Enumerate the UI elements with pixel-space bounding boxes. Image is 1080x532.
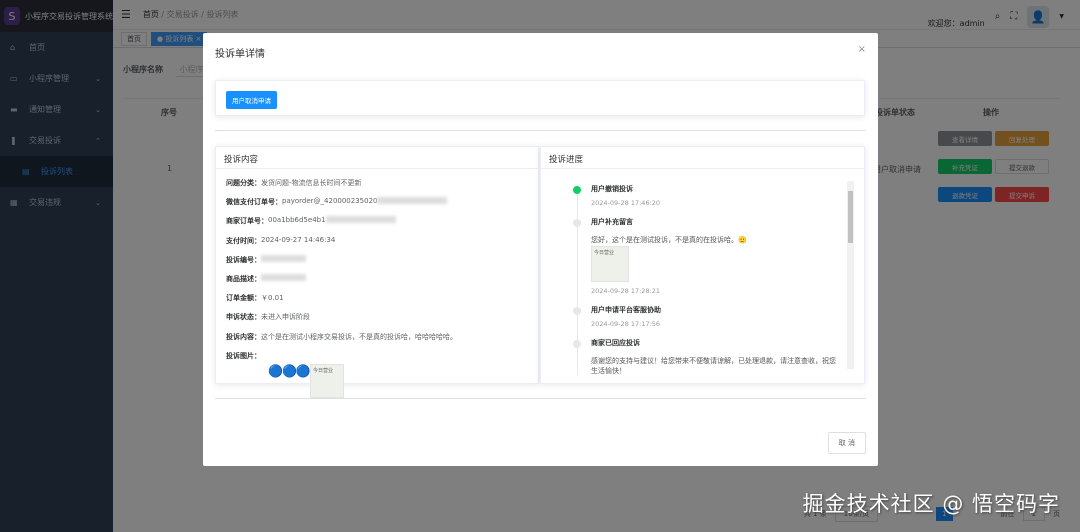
complaint-image-2[interactable]: 今日营业: [310, 363, 344, 398]
redacted: [261, 273, 306, 281]
timeline-dot-icon: [573, 219, 581, 227]
redacted: [261, 254, 306, 262]
watermark: 掘金技术社区 @ 悟空码字: [802, 492, 1060, 516]
close-icon[interactable]: ×: [858, 44, 866, 55]
redacted: [377, 197, 448, 205]
field-label: 投诉编号：: [226, 255, 261, 264]
timeline-title: 用户撤销投诉: [591, 185, 633, 193]
timeline-dot-icon: [573, 306, 581, 315]
field-label: 微信支付订单号：: [226, 198, 282, 207]
images-label: 投诉图片：: [226, 351, 261, 360]
field-label: 订单金额：: [226, 294, 261, 303]
status-button[interactable]: 用户取消申请: [226, 91, 277, 109]
timeline-image[interactable]: 今日营业: [591, 245, 629, 282]
timeline-title: 用户补充留言: [591, 218, 633, 226]
timeline: 用户撤销投诉 2024-09-28 17:46:20 用户补充留言您好，这个是在测试…: [541, 171, 864, 375]
field-value: payorder@_420000235020: [282, 197, 378, 206]
detail-field: 订单金额： ￥0.01: [226, 293, 538, 303]
complaint-detail-dialog: 投诉单详情 × 用户取消申请 投诉内容 问题分类： 发货问题-物流信息长时间不更新…: [203, 33, 878, 466]
dialog-title: 投诉单详情: [215, 49, 265, 60]
progress-title: 投诉进度: [541, 147, 864, 169]
field-value: 未进入申诉阶段: [261, 313, 310, 322]
timeline-item: 用户撤销投诉 2024-09-28 17:46:20: [541, 184, 864, 207]
field-label: 投诉内容：: [226, 332, 261, 341]
detail-field: 申诉状态： 未进入申诉阶段: [226, 312, 538, 322]
progress-card: 投诉进度 用户撤销投诉 2024-09-28 17:46:20 用户补充留言您好，这…: [540, 146, 865, 384]
cancel-button[interactable]: 取 消: [827, 432, 866, 454]
field-value: 2024-09-27 14:46:34: [261, 235, 336, 244]
timeline-content: 您好，这个是在测试投诉，不是真的在投诉哈。🫡: [591, 236, 747, 244]
detail-field: 商家订单号： 00a1bb6d5e4b1: [226, 216, 538, 226]
complaint-content-card: 投诉内容 问题分类： 发货问题-物流信息长时间不更新 微信支付订单号： payorde…: [215, 146, 539, 398]
detail-field: 微信支付订单号： payorder@_420000235020: [226, 197, 538, 207]
detail-field: 投诉内容： 这个是在测试小程序交易投诉，不是真的投诉哈，哈哈哈哈哈。: [226, 332, 538, 342]
redacted: [325, 216, 396, 224]
detail-field: 投诉编号：: [226, 254, 538, 265]
field-label: 支付时间：: [226, 236, 261, 245]
timeline-title: 用户申请平台客服协助: [591, 305, 661, 314]
timeline-title: 商家已回应投诉: [591, 338, 640, 347]
detail-field: 问题分类： 发货问题-物流信息长时间不更新: [226, 178, 538, 188]
divider: [215, 130, 866, 131]
field-value: 00a1bb6d5e4b1: [268, 216, 326, 225]
complaint-image-1[interactable]: 🔵🔵🔵🔵: [268, 364, 325, 398]
timeline-item: 商家已回应投诉感谢您的支持与建议！给您带来不便敬请谅解，已处理退款，请注意查收，…: [541, 338, 864, 376]
field-value: ￥0.01: [261, 294, 284, 303]
timeline-time: 2024-09-28 17:17:56: [591, 319, 661, 328]
divider: [215, 398, 866, 399]
timeline-dot-icon: [573, 339, 581, 348]
field-value: 这个是在测试小程序交易投诉，不是真的投诉哈，哈哈哈哈哈。: [261, 332, 457, 341]
timeline-item: 用户申请平台客服协助 2024-09-28 17:17:56: [541, 305, 864, 328]
timeline-dot-icon: [573, 186, 581, 194]
field-label: 商品描述：: [226, 274, 261, 283]
content-title: 投诉内容: [216, 147, 538, 169]
scrollbar[interactable]: [847, 181, 854, 369]
detail-field: 商品描述：: [226, 273, 538, 284]
field-label: 申诉状态：: [226, 313, 261, 322]
timeline-content: 感谢您的支持与建议！给您带来不便敬请谅解，已处理退款，请注意查收，祝您生活愉快！: [591, 356, 836, 376]
timeline-time: 2024-09-28 17:46:20: [591, 199, 661, 207]
status-card: 用户取消申请: [215, 80, 865, 116]
timeline-item: 用户补充留言您好，这个是在测试投诉，不是真的在投诉哈。🫡 今日营业 2024-09-…: [541, 217, 864, 295]
timeline-time: 2024-09-28 17:28:21: [591, 286, 661, 295]
detail-field: 支付时间： 2024-09-27 14:46:34: [226, 236, 538, 246]
field-label: 商家订单号：: [226, 217, 268, 226]
field-value: 发货问题-物流信息长时间不更新: [261, 179, 362, 187]
field-label: 问题分类：: [226, 179, 261, 187]
